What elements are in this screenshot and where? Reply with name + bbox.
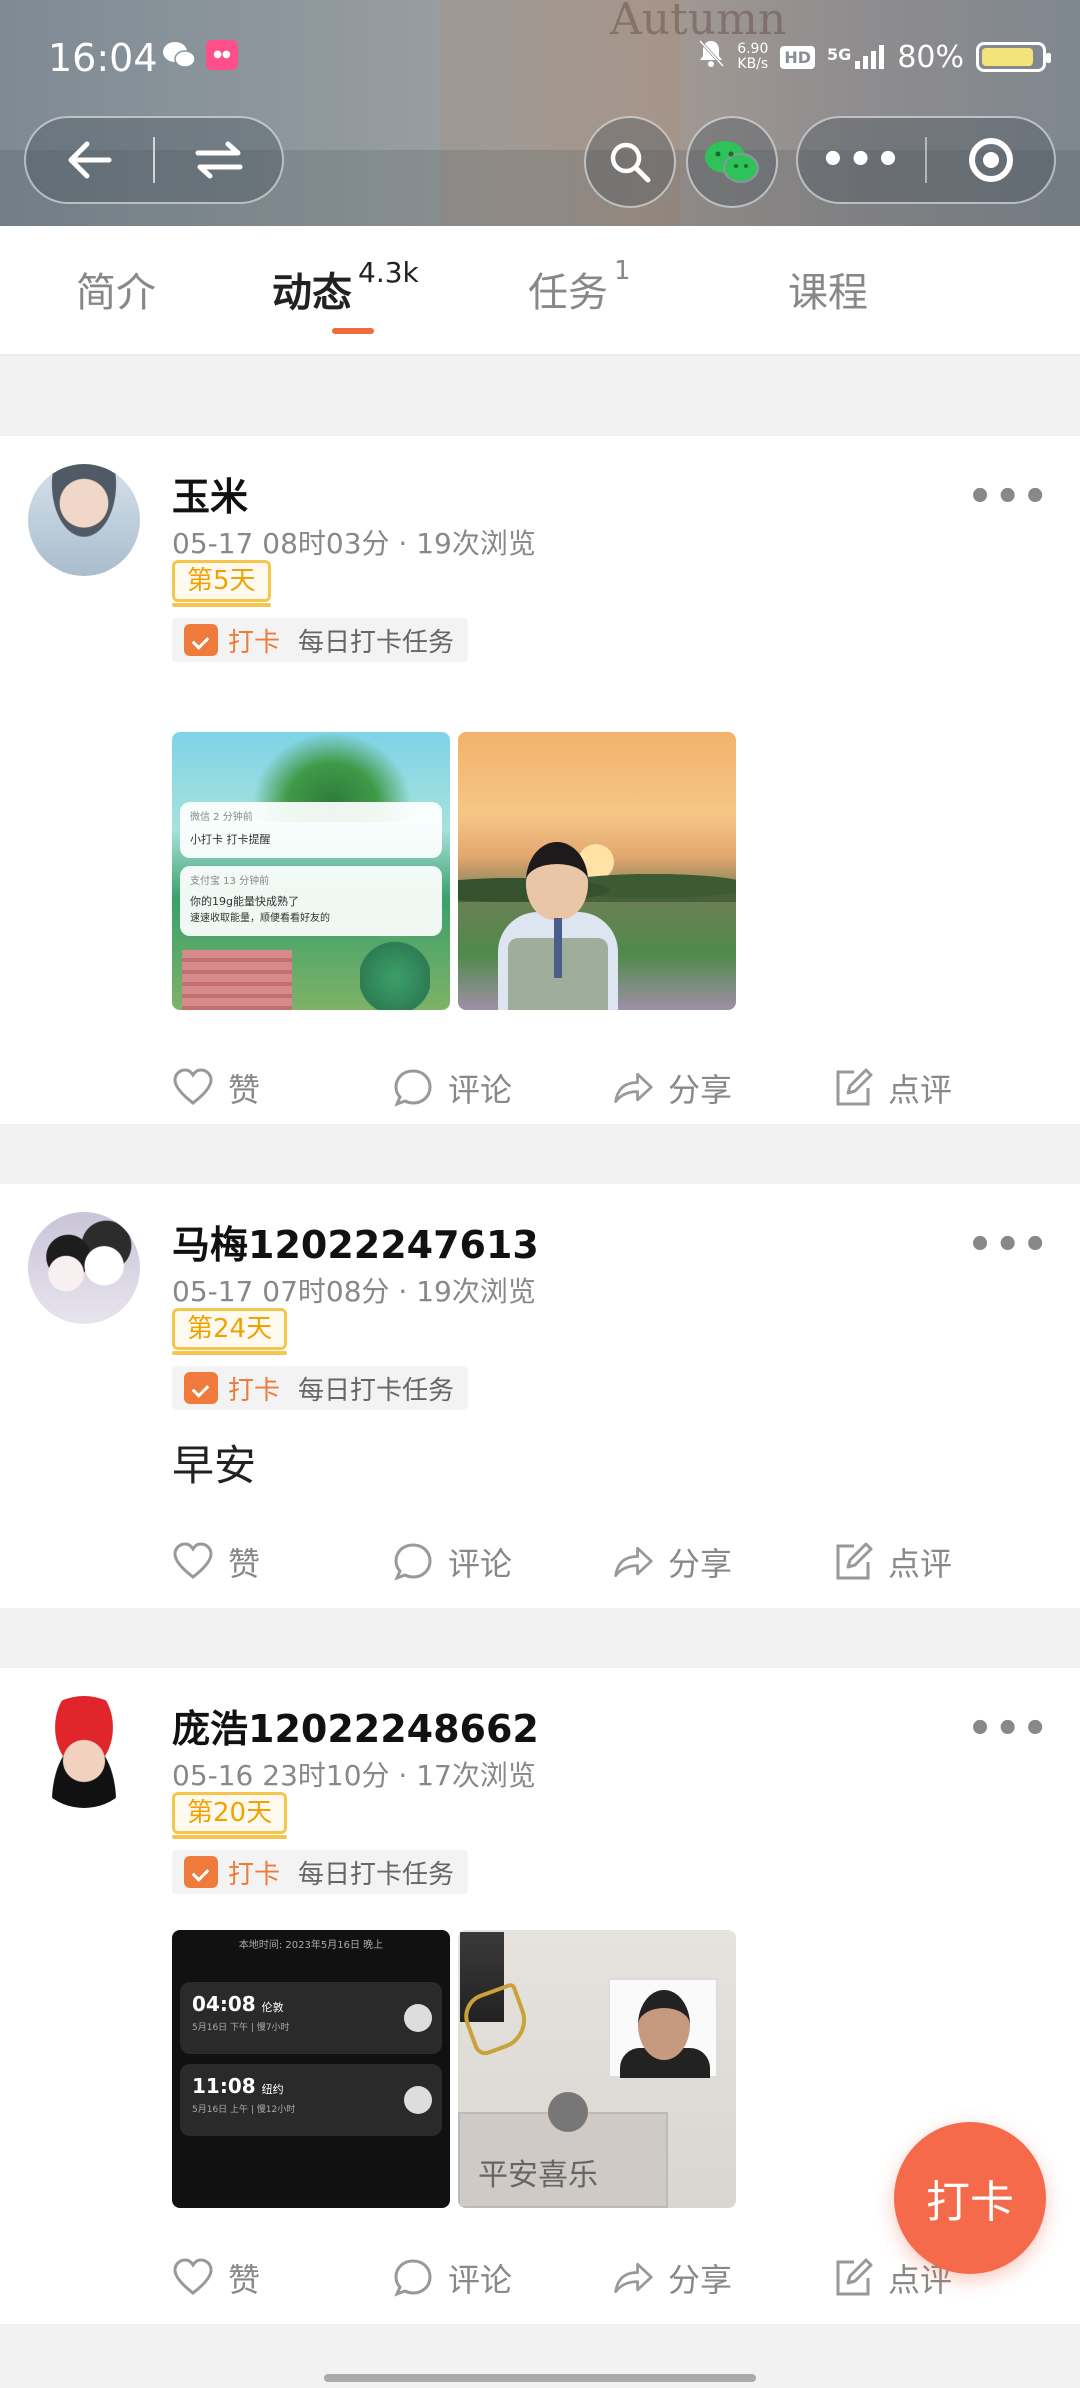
tab-activity[interactable]: 动态 4.3k bbox=[272, 256, 419, 334]
wechat-notification-icon bbox=[162, 40, 196, 70]
post-author-name[interactable]: 马梅12022247613 bbox=[172, 1214, 539, 1269]
check-in-fab[interactable]: 打卡 bbox=[894, 2122, 1046, 2274]
search-icon bbox=[610, 142, 651, 183]
post-meta: 05-16 23时10分 · 17次浏览 bbox=[172, 1759, 536, 1792]
post-image[interactable]: 平安喜乐 bbox=[458, 1930, 736, 2208]
active-tab-indicator bbox=[332, 328, 374, 334]
search-button[interactable] bbox=[584, 116, 676, 208]
network-speed: 6.90 KB/s bbox=[737, 41, 769, 72]
comment-button[interactable]: 评论 bbox=[392, 1065, 612, 1111]
post-actions: 赞 评论 分享 点评 bbox=[172, 1532, 1052, 1592]
app-notification-icon: ●● bbox=[206, 40, 238, 70]
more-menu-button[interactable]: ••• bbox=[798, 118, 925, 202]
task-tag[interactable]: 打卡 每日打卡任务 bbox=[172, 1366, 469, 1410]
post-more-button[interactable]: ••• bbox=[967, 1222, 1050, 1268]
app-screen: Autumn 16:04 ●● 6.90 KB/s HD 5G 80% ••• … bbox=[0, 0, 1080, 2388]
notification-card: 支付宝 13 分钟前 你的19g能量快成熟了 速速收取能量，顺便看看好友的 bbox=[180, 866, 442, 936]
review-button[interactable]: 点评 bbox=[832, 1539, 1052, 1585]
comment-button[interactable]: 评论 bbox=[392, 2255, 612, 2301]
like-button[interactable]: 赞 bbox=[172, 1539, 392, 1585]
home-indicator[interactable] bbox=[324, 2374, 756, 2382]
world-clock-row: 04:08 伦敦 5月16日 下午 | 慢7小时 bbox=[180, 1982, 442, 2054]
tab-tasks-count: 1 bbox=[614, 256, 631, 286]
like-button[interactable]: 赞 bbox=[172, 1065, 392, 1111]
back-button[interactable] bbox=[26, 118, 153, 202]
post-meta: 05-17 08时03分 · 19次浏览 bbox=[172, 527, 536, 560]
post-more-button[interactable]: ••• bbox=[967, 1706, 1050, 1752]
tab-tasks[interactable]: 任务 1 bbox=[528, 256, 631, 318]
comment-button[interactable]: 评论 bbox=[392, 1539, 612, 1585]
post-actions: 赞 评论 分享 点评 bbox=[172, 1058, 1052, 1118]
heart-icon bbox=[173, 2258, 213, 2295]
streak-day-badge: 第20天 bbox=[172, 1792, 288, 1839]
close-miniprogram-button[interactable] bbox=[927, 118, 1054, 202]
wechat-share-button[interactable] bbox=[686, 116, 778, 208]
header-bar: Autumn 16:04 ●● 6.90 KB/s HD 5G 80% ••• bbox=[0, 0, 1080, 226]
mute-icon bbox=[697, 38, 725, 76]
task-tag[interactable]: 打卡 每日打卡任务 bbox=[172, 618, 469, 662]
swap-arrows-icon bbox=[195, 141, 242, 179]
edit-square-icon bbox=[836, 2258, 873, 2296]
arrow-left-icon bbox=[68, 141, 111, 179]
share-button[interactable]: 分享 bbox=[612, 2255, 832, 2301]
edit-square-icon bbox=[836, 1542, 873, 1580]
streak-day-badge: 第5天 bbox=[172, 560, 271, 607]
share-arrow-icon bbox=[614, 1546, 653, 1578]
avatar[interactable] bbox=[28, 1212, 140, 1324]
world-clock-row: 11:08 纽约 5月16日 上午 | 慢12小时 bbox=[180, 2064, 442, 2136]
calendar-check-icon bbox=[184, 1372, 218, 1404]
heart-icon bbox=[173, 1542, 213, 1579]
share-arrow-icon bbox=[614, 2262, 653, 2294]
tab-intro[interactable]: 简介 bbox=[76, 260, 156, 318]
target-close-icon bbox=[968, 138, 1013, 182]
heart-icon bbox=[173, 1068, 213, 1105]
tab-bar: 简介 动态 4.3k 任务 1 课程 bbox=[0, 226, 1080, 356]
nav-capsule bbox=[24, 116, 284, 204]
tab-courses[interactable]: 课程 bbox=[788, 260, 868, 318]
comment-bubble-icon bbox=[394, 1543, 432, 1581]
avatar[interactable] bbox=[28, 464, 140, 576]
task-tag[interactable]: 打卡 每日打卡任务 bbox=[172, 1850, 469, 1894]
comment-bubble-icon bbox=[394, 1069, 432, 1107]
post-text: 早安 bbox=[172, 1441, 257, 1490]
calendar-check-icon bbox=[184, 624, 218, 656]
post-images: 微信 2 分钟前 小打卡 打卡提醒 支付宝 13 分钟前 你的19g能量快成熟了… bbox=[172, 732, 736, 1010]
tab-activity-count: 4.3k bbox=[358, 256, 419, 289]
post-author-name[interactable]: 庞浩12022248662 bbox=[172, 1698, 539, 1753]
wechat-icon bbox=[705, 141, 759, 183]
status-bar: 16:04 ●● 6.90 KB/s HD 5G 80% bbox=[0, 0, 1080, 120]
notification-card: 微信 2 分钟前 小打卡 打卡提醒 bbox=[180, 802, 442, 858]
post-images: 本地时间: 2023年5月16日 晚上 04:08 伦敦 5月16日 下午 | 慢… bbox=[172, 1930, 736, 2208]
battery-icon bbox=[976, 42, 1051, 72]
comment-bubble-icon bbox=[394, 2259, 432, 2297]
switch-button[interactable] bbox=[155, 118, 282, 202]
streak-day-badge: 第24天 bbox=[172, 1308, 288, 1355]
post-author-name[interactable]: 玉米 bbox=[172, 466, 248, 521]
share-arrow-icon bbox=[614, 1072, 653, 1104]
post-image[interactable]: 微信 2 分钟前 小打卡 打卡提醒 支付宝 13 分钟前 你的19g能量快成熟了… bbox=[172, 732, 450, 1010]
feed-post: 马梅12022247613 05-17 07时08分 · 19次浏览 ••• 第… bbox=[0, 1184, 1080, 1608]
post-image[interactable]: 本地时间: 2023年5月16日 晚上 04:08 伦敦 5月16日 下午 | 慢… bbox=[172, 1930, 450, 2208]
hd-voice-badge: HD bbox=[780, 45, 816, 69]
clock: 16:04 bbox=[48, 36, 158, 80]
like-button[interactable]: 赞 bbox=[172, 2255, 392, 2301]
post-image[interactable] bbox=[458, 732, 736, 1010]
share-button[interactable]: 分享 bbox=[612, 1065, 832, 1111]
post-meta: 05-17 07时08分 · 19次浏览 bbox=[172, 1275, 536, 1308]
post-actions: 赞 评论 分享 点评 bbox=[172, 2248, 1052, 2308]
post-more-button[interactable]: ••• bbox=[967, 474, 1050, 520]
signal-indicator: 5G bbox=[827, 45, 885, 69]
calendar-check-icon bbox=[184, 1856, 218, 1888]
miniprogram-capsule: ••• bbox=[796, 116, 1056, 204]
feed-post: 玉米 05-17 08时03分 · 19次浏览 ••• 第5天 打卡 每日打卡任… bbox=[0, 436, 1080, 1124]
share-button[interactable]: 分享 bbox=[612, 1539, 832, 1585]
more-dots-icon: ••• bbox=[820, 137, 903, 183]
edit-square-icon bbox=[836, 1068, 873, 1106]
review-button[interactable]: 点评 bbox=[832, 1065, 1052, 1111]
avatar[interactable] bbox=[28, 1696, 140, 1808]
battery-percent: 80% bbox=[897, 39, 964, 75]
